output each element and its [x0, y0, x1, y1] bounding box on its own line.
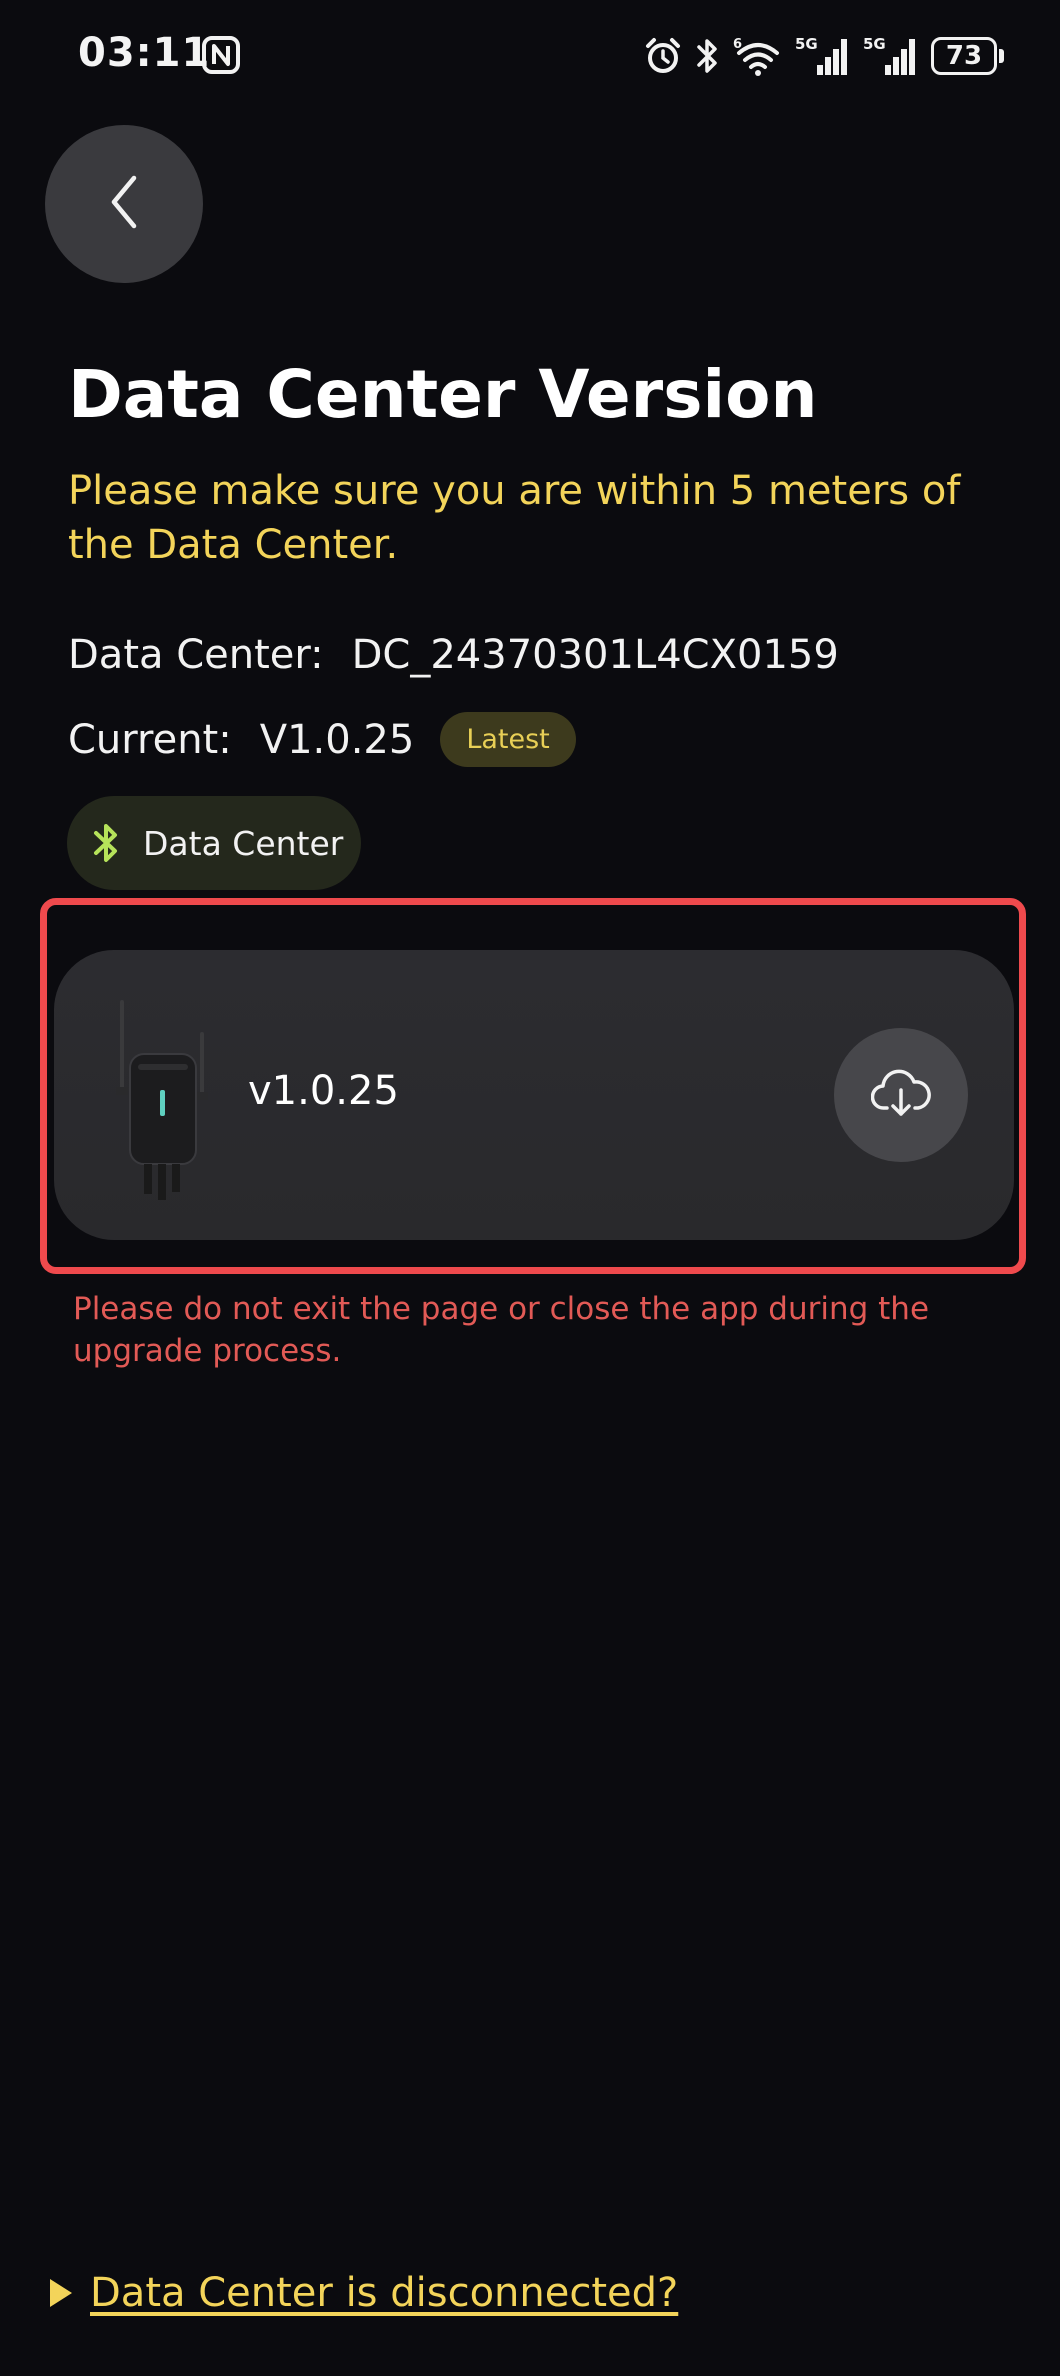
download-button[interactable] [834, 1028, 968, 1162]
wifi-icon: 6 [733, 35, 783, 77]
device-version: v1.0.25 [248, 1068, 399, 1114]
triangle-right-icon [50, 2279, 72, 2307]
status-icons: 6 5G 5G 73 [643, 32, 1004, 80]
disconnected-help-text[interactable]: Data Center is disconnected? [90, 2270, 678, 2316]
page-title: Data Center Version [68, 356, 818, 433]
data-center-id: DC_24370301L4CX0159 [351, 632, 839, 678]
latest-badge: Latest [440, 712, 576, 767]
chevron-left-icon [104, 172, 144, 236]
device-image [104, 992, 224, 1202]
alarm-icon [643, 36, 683, 76]
status-time: 03:11 [78, 30, 211, 76]
status-bar: 03:11 6 5G 5G 73 [0, 0, 1060, 118]
disconnected-help-link[interactable]: Data Center is disconnected? [50, 2270, 678, 2316]
signal-label: 5G [795, 35, 818, 53]
cloud-download-icon [870, 1068, 931, 1122]
data-center-label: Data Center: [68, 632, 324, 678]
signal-icon: 5G [863, 35, 919, 77]
upgrade-warning: Please do not exit the page or close the… [73, 1291, 930, 1369]
proximity-notice: Please make sure you are within 5 meters… [68, 468, 961, 568]
connection-chip-label: Data Center [143, 823, 344, 863]
back-button[interactable] [45, 125, 203, 283]
signal-icon: 5G [795, 35, 851, 77]
battery-level: 73 [931, 37, 997, 75]
current-version: V1.0.25 [259, 716, 415, 763]
current-label: Current: [68, 716, 232, 763]
device-card: v1.0.25 [54, 950, 1014, 1240]
bluetooth-icon [91, 820, 121, 866]
current-version-row: Current: V1.0.25 Latest [68, 712, 576, 767]
signal-label: 5G [863, 35, 886, 53]
nfc-icon [202, 36, 240, 74]
data-center-row: Data Center: DC_24370301L4CX0159 [68, 632, 839, 678]
connection-chip[interactable]: Data Center [67, 796, 361, 890]
bluetooth-icon [695, 36, 721, 76]
battery-icon: 73 [931, 37, 1004, 75]
